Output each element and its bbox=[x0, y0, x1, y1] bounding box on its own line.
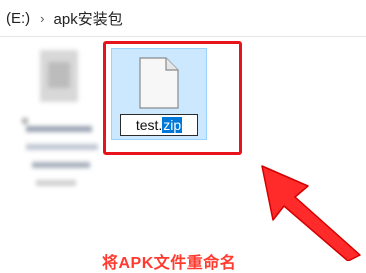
blurred-detail bbox=[22, 118, 28, 124]
blurred-filename bbox=[32, 162, 90, 168]
blurred-file-icon bbox=[40, 50, 78, 102]
breadcrumb-folder[interactable]: apk安装包 bbox=[54, 8, 123, 29]
blurred-file-list bbox=[22, 48, 102, 198]
blurred-filename bbox=[36, 180, 76, 186]
blurred-filename bbox=[26, 144, 98, 150]
address-bar[interactable]: (E:) › apk安装包 bbox=[0, 0, 366, 37]
breadcrumb-separator-icon[interactable]: › bbox=[40, 11, 44, 26]
red-arrow-icon bbox=[261, 165, 361, 261]
highlight-frame bbox=[103, 41, 242, 155]
breadcrumb-drive[interactable]: (E:) bbox=[6, 10, 30, 27]
caption: 将APK文件重命名 bbox=[102, 255, 237, 272]
blurred-filename bbox=[26, 126, 92, 132]
